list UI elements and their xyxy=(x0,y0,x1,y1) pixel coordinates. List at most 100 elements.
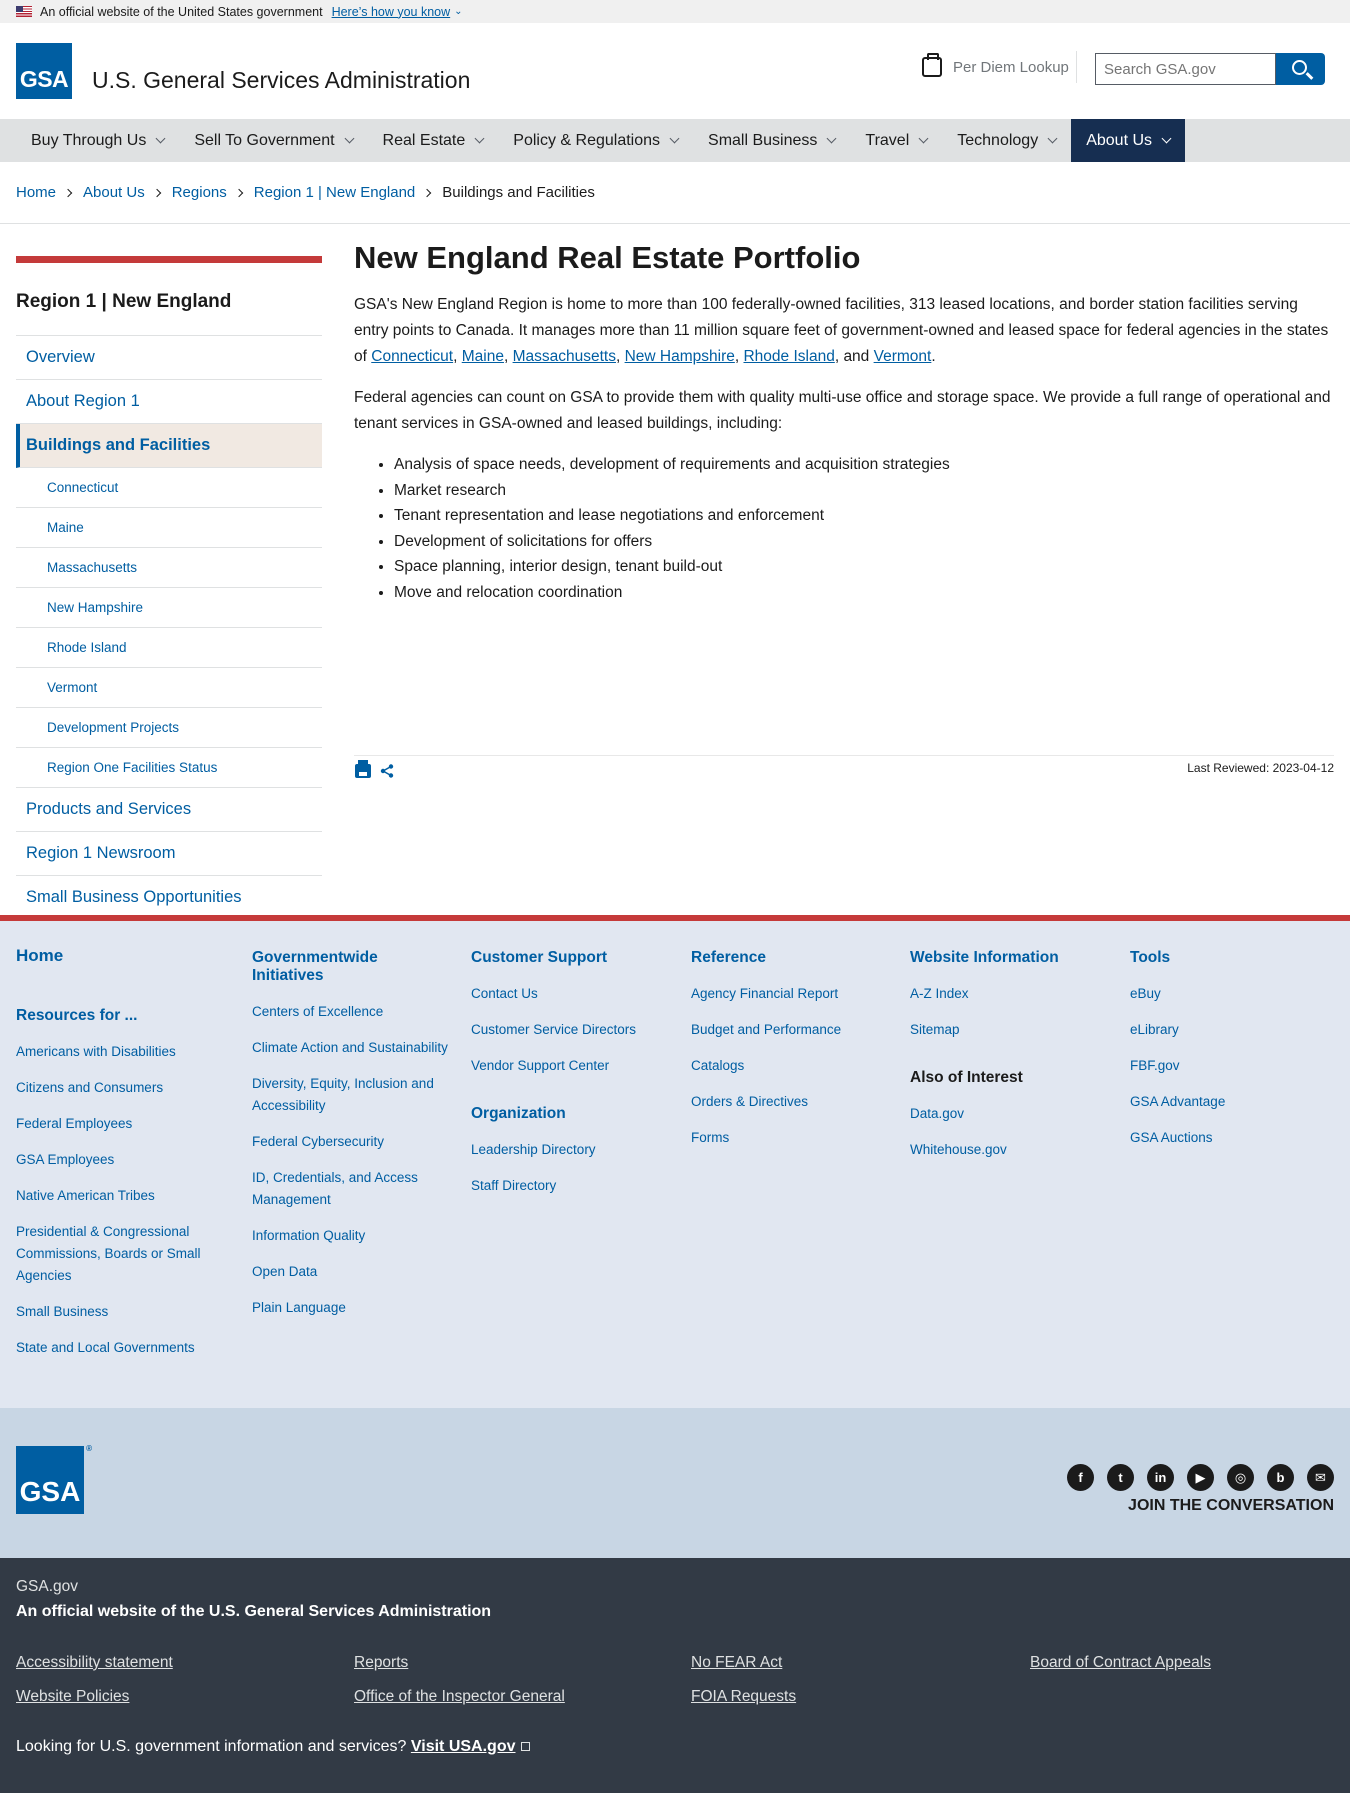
footer-link-catalogs[interactable]: Catalogs xyxy=(691,1055,891,1077)
footer-link-leadership-directory[interactable]: Leadership Directory xyxy=(471,1139,671,1161)
footer-link-no-fear-act[interactable]: No FEAR Act xyxy=(691,1654,782,1672)
nav-item-sell-to-government[interactable]: Sell To Government xyxy=(179,119,367,162)
nav-label: Real Estate xyxy=(382,131,466,149)
footer-link-id-credentials-and-access-management[interactable]: ID, Credentials, and Access Management xyxy=(252,1167,452,1211)
footer-link-foia-requests[interactable]: FOIA Requests xyxy=(691,1688,796,1706)
footer-link-ebuy[interactable]: eBuy xyxy=(1130,983,1330,1005)
footer-link-small-business[interactable]: Small Business xyxy=(16,1301,216,1323)
footer-link-information-quality[interactable]: Information Quality xyxy=(252,1225,452,1247)
site-title[interactable]: U.S. General Services Administration xyxy=(92,67,470,94)
twitter-icon[interactable]: t xyxy=(1107,1464,1134,1491)
footer-link-whitehouse-gov[interactable]: Whitehouse.gov xyxy=(910,1139,1110,1161)
chevron-down-icon xyxy=(826,133,837,144)
footer-link-agency-financial-report[interactable]: Agency Financial Report xyxy=(691,983,891,1005)
state-link-rhode-island[interactable]: Rhode Island xyxy=(743,348,834,365)
footer-link-sitemap[interactable]: Sitemap xyxy=(910,1019,1110,1041)
footer-link-accessibility-statement[interactable]: Accessibility statement xyxy=(16,1654,173,1672)
sidenav-subitem-region-one-facilities-status[interactable]: Region One Facilities Status xyxy=(16,748,322,788)
social-links: f t in ▶ ◎ b ✉ xyxy=(1067,1464,1334,1491)
sidenav-subitem-maine[interactable]: Maine xyxy=(16,508,322,548)
state-link-vermont[interactable]: Vermont xyxy=(874,348,932,365)
per-diem-lookup[interactable]: Per Diem Lookup xyxy=(922,53,1069,77)
footer-link-native-american-tribes[interactable]: Native American Tribes xyxy=(16,1185,216,1207)
youtube-icon[interactable]: ▶ xyxy=(1187,1464,1214,1491)
sidenav-subitem-connecticut[interactable]: Connecticut xyxy=(16,468,322,508)
footer-link-diversity-equity-inclusion-and-accessibility[interactable]: Diversity, Equity, Inclusion and Accessi… xyxy=(252,1073,452,1117)
breadcrumb-link[interactable]: About Us xyxy=(83,184,145,201)
sidenav-subitem-rhode-island[interactable]: Rhode Island xyxy=(16,628,322,668)
share-icon[interactable] xyxy=(380,764,394,778)
state-link-massachusetts[interactable]: Massachusetts xyxy=(513,348,616,365)
footer-link-a-z-index[interactable]: A-Z Index xyxy=(910,983,1110,1005)
footer-link-gsa-auctions[interactable]: GSA Auctions xyxy=(1130,1127,1330,1149)
footer-link-gsa-advantage[interactable]: GSA Advantage xyxy=(1130,1091,1330,1113)
nav-item-policy-regulations[interactable]: Policy & Regulations xyxy=(498,119,693,162)
linkedin-icon[interactable]: in xyxy=(1147,1464,1174,1491)
divider xyxy=(0,223,1350,224)
email-icon[interactable]: ✉ xyxy=(1307,1464,1334,1491)
footer-link-citizens-and-consumers[interactable]: Citizens and Consumers xyxy=(16,1077,216,1099)
nav-item-travel[interactable]: Travel xyxy=(850,119,942,162)
footer-link-reports[interactable]: Reports xyxy=(354,1654,408,1672)
footer-link-office-of-the-inspector-general[interactable]: Office of the Inspector General xyxy=(354,1688,565,1706)
sidenav-item-region-1-newsroom[interactable]: Region 1 Newsroom xyxy=(16,832,322,876)
footer-link-plain-language[interactable]: Plain Language xyxy=(252,1297,452,1319)
breadcrumb-link[interactable]: Region 1 | New England xyxy=(254,184,416,201)
state-link-maine[interactable]: Maine xyxy=(462,348,504,365)
nav-item-small-business[interactable]: Small Business xyxy=(693,119,850,162)
footer-link-elibrary[interactable]: eLibrary xyxy=(1130,1019,1330,1041)
sidenav-item-small-business-opportunities[interactable]: Small Business Opportunities xyxy=(16,876,322,920)
footer-link-fbf-gov[interactable]: FBF.gov xyxy=(1130,1055,1330,1077)
footer-link-americans-with-disabilities[interactable]: Americans with Disabilities xyxy=(16,1041,216,1063)
footer-link-open-data[interactable]: Open Data xyxy=(252,1261,452,1283)
footer-link-gsa-employees[interactable]: GSA Employees xyxy=(16,1149,216,1171)
chevron-down-icon xyxy=(155,133,166,144)
print-icon[interactable] xyxy=(355,760,371,778)
footer-link-presidential-congressional-commissions-boards-or-small-agencies[interactable]: Presidential & Congressional Commissions… xyxy=(16,1221,216,1287)
footer-link-vendor-support-center[interactable]: Vendor Support Center xyxy=(471,1055,671,1077)
nav-label: Travel xyxy=(865,131,910,149)
blog-icon[interactable]: b xyxy=(1267,1464,1294,1491)
sidenav-subitem-development-projects[interactable]: Development Projects xyxy=(16,708,322,748)
nav-item-technology[interactable]: Technology xyxy=(942,119,1071,162)
footer-link-state-and-local-governments[interactable]: State and Local Governments xyxy=(16,1337,216,1359)
state-link-new-hampshire[interactable]: New Hampshire xyxy=(625,348,735,365)
chevron-down-icon[interactable]: ⌄ xyxy=(454,6,462,17)
sidenav-item-overview[interactable]: Overview xyxy=(16,336,322,380)
how-you-know-link[interactable]: Here’s how you know xyxy=(332,5,451,19)
state-link-connecticut[interactable]: Connecticut xyxy=(371,348,453,365)
nav-item-about-us[interactable]: About Us xyxy=(1071,119,1186,162)
search-button[interactable] xyxy=(1276,53,1325,85)
sidenav-item-products-and-services[interactable]: Products and Services xyxy=(16,788,322,832)
footer-link-budget-and-performance[interactable]: Budget and Performance xyxy=(691,1019,891,1041)
footer-home-link[interactable]: Home xyxy=(16,945,216,967)
footer-link-orders-directives[interactable]: Orders & Directives xyxy=(691,1091,891,1113)
instagram-icon[interactable]: ◎ xyxy=(1227,1464,1254,1491)
footer-link-staff-directory[interactable]: Staff Directory xyxy=(471,1175,671,1197)
footer-link-federal-cybersecurity[interactable]: Federal Cybersecurity xyxy=(252,1131,452,1153)
footer-link-federal-employees[interactable]: Federal Employees xyxy=(16,1113,216,1135)
footer-link-data-gov[interactable]: Data.gov xyxy=(910,1103,1110,1125)
footer-link-board-of-contract-appeals[interactable]: Board of Contract Appeals xyxy=(1030,1654,1211,1672)
footer-link-centers-of-excellence[interactable]: Centers of Excellence xyxy=(252,1001,452,1023)
sidenav-item-buildings-and-facilities[interactable]: Buildings and Facilities xyxy=(16,424,322,468)
visit-usagov-link[interactable]: Visit USA.gov xyxy=(411,1738,516,1755)
gsa-logo[interactable]: GSA xyxy=(16,43,72,99)
gsa-logo[interactable]: GSA ® xyxy=(16,1444,92,1514)
breadcrumb-link[interactable]: Regions xyxy=(172,184,227,201)
footer-link-website-policies[interactable]: Website Policies xyxy=(16,1688,129,1706)
sidenav-item-about-region-1[interactable]: About Region 1 xyxy=(16,380,322,424)
facebook-icon[interactable]: f xyxy=(1067,1464,1094,1491)
footer-link-forms[interactable]: Forms xyxy=(691,1127,891,1149)
sidenav-subitem-new-hampshire[interactable]: New Hampshire xyxy=(16,588,322,628)
nav-item-buy-through-us[interactable]: Buy Through Us xyxy=(16,119,179,162)
footer-link-customer-service-directors[interactable]: Customer Service Directors xyxy=(471,1019,671,1041)
footer-link-climate-action-and-sustainability[interactable]: Climate Action and Sustainability xyxy=(252,1037,452,1059)
sidenav-subitem-vermont[interactable]: Vermont xyxy=(16,668,322,708)
breadcrumb-link[interactable]: Home xyxy=(16,184,56,201)
site-header: GSA U.S. General Services Administration… xyxy=(0,23,1350,119)
footer-link-contact-us[interactable]: Contact Us xyxy=(471,983,671,1005)
sidenav-subitem-massachusetts[interactable]: Massachusetts xyxy=(16,548,322,588)
nav-item-real-estate[interactable]: Real Estate xyxy=(368,119,499,162)
search-input[interactable] xyxy=(1095,53,1276,85)
